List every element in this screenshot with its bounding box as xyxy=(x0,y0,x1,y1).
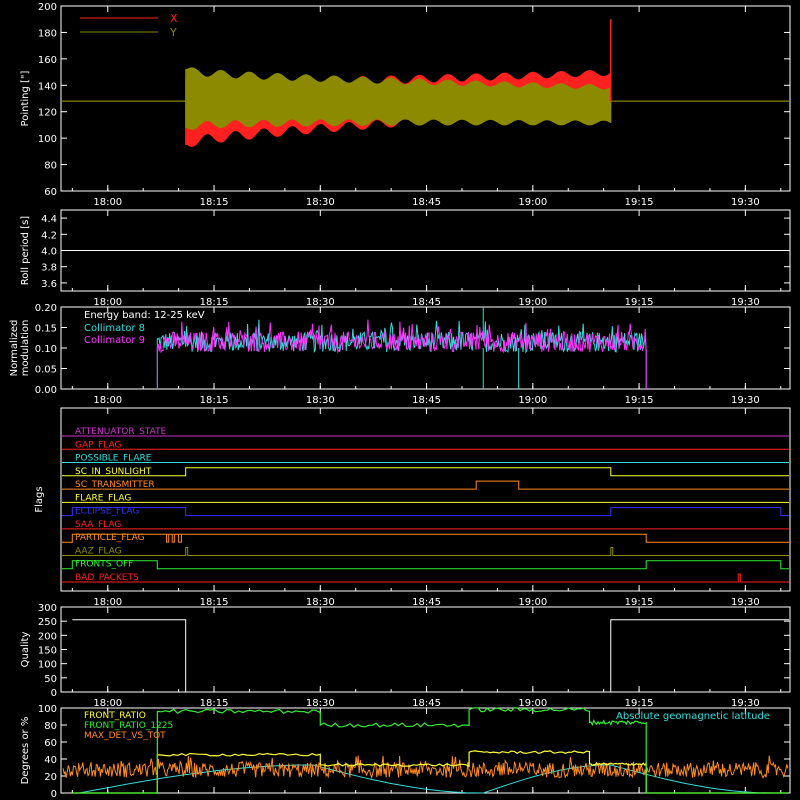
x-tick-label: 19:15 xyxy=(625,197,654,208)
x-tick-label: 19:00 xyxy=(518,395,547,406)
y-tick-label: 0.10 xyxy=(35,344,57,355)
y-tick-label: 50 xyxy=(44,674,57,685)
y-tick-label: 300 xyxy=(38,603,57,614)
y-tick-label: 0 xyxy=(51,688,57,699)
x-tick-label: 19:15 xyxy=(625,395,654,406)
x-tick-label: 19:30 xyxy=(731,698,760,709)
y-axis-label: Pointing ["] xyxy=(20,70,31,126)
x-tick-label: 18:15 xyxy=(200,197,229,208)
x-tick-label: 19:00 xyxy=(518,297,547,308)
x-tick-label: 18:45 xyxy=(412,297,441,308)
y-tick-label: 140 xyxy=(38,81,57,92)
x-tick-label: 18:30 xyxy=(306,197,335,208)
x-tick-label: 18:15 xyxy=(200,395,229,406)
legend-label: MAX_DET_VS_TOT xyxy=(84,731,166,741)
y-axis-label: Quality xyxy=(20,632,31,668)
y-tick-label: 4.2 xyxy=(41,230,57,241)
y-tick-label: 0 xyxy=(51,789,57,800)
x-tick-label: 18:00 xyxy=(93,597,122,608)
legend-label: Collimator 8 xyxy=(84,323,145,334)
y-tick-label: 100 xyxy=(38,704,57,715)
x-tick-label: 18:30 xyxy=(306,698,335,709)
legend-label: X xyxy=(170,12,178,25)
y-tick-label: 0.20 xyxy=(35,303,57,314)
y-tick-label: 0.00 xyxy=(35,385,57,396)
y-tick-label: 180 xyxy=(38,28,57,39)
figure: 18:00 18:15 18:30 18:45 19:00 19:15 19:30 60 80 1… xyxy=(0,0,800,800)
flag-label: SC_TRANSMITTER xyxy=(75,480,155,490)
y-tick-label: 80 xyxy=(44,721,57,732)
x-tick-label: 19:00 xyxy=(518,197,547,208)
y-axis-label: modulation xyxy=(20,320,31,377)
y-tick-label: 160 xyxy=(38,55,57,66)
x-tick-label: 19:30 xyxy=(731,597,760,608)
y-tick-label: 0.05 xyxy=(35,365,57,376)
y-tick-label: 3.6 xyxy=(41,279,57,290)
geomagnetic-latitude-annotation: Absolute geomagnetic latitude xyxy=(616,711,770,722)
x-tick-label: 19:15 xyxy=(625,297,654,308)
x-tick-label: 19:30 xyxy=(731,395,760,406)
y-tick-label: 60 xyxy=(44,187,57,198)
y-tick-label: 0.15 xyxy=(35,324,57,335)
y-tick-label: 3.8 xyxy=(41,263,57,274)
y-axis-label: Normalized xyxy=(9,320,20,377)
y-tick-label: 100 xyxy=(38,134,57,145)
x-tick-label: 18:15 xyxy=(200,698,229,709)
x-tick-label: 18:45 xyxy=(412,597,441,608)
x-tick-label: 18:15 xyxy=(200,597,229,608)
y-tick-label: 40 xyxy=(44,755,57,766)
y-tick-label: 20 xyxy=(44,772,57,783)
x-tick-label: 19:15 xyxy=(625,698,654,709)
y-tick-label: 200 xyxy=(38,631,57,642)
x-tick-label: 18:30 xyxy=(306,597,335,608)
x-tick-label: 19:00 xyxy=(518,698,547,709)
x-tick-label: 18:30 xyxy=(306,297,335,308)
x-tick-label: 19:30 xyxy=(731,297,760,308)
x-tick-label: 18:30 xyxy=(306,395,335,406)
y-axis-label: Roll period [s] xyxy=(20,216,31,285)
x-tick-label: 18:45 xyxy=(412,395,441,406)
y-tick-label: 4.0 xyxy=(41,247,57,258)
energy-band-annotation: Energy band: 12-25 keV xyxy=(84,310,205,321)
flag-label: AAZ_FLAG xyxy=(75,546,122,556)
x-tick-label: 18:45 xyxy=(412,698,441,709)
legend-label: FRONT_RATIO_1225 xyxy=(84,721,173,731)
y-tick-label: 120 xyxy=(38,108,57,119)
y-axis-label: Flags xyxy=(34,486,45,512)
legend-label: Collimator 9 xyxy=(84,335,145,346)
y-axis-label: Degrees or % xyxy=(20,717,31,785)
x-tick-label: 19:00 xyxy=(518,597,547,608)
y-tick-label: 200 xyxy=(38,2,57,13)
flag-label: GAP_FLAG xyxy=(75,440,121,450)
y-tick-label: 60 xyxy=(44,738,57,749)
x-tick-label: 19:15 xyxy=(625,597,654,608)
x-tick-label: 18:00 xyxy=(93,297,122,308)
legend-label: Y xyxy=(169,26,177,39)
flag-label: FRONTS_OFF xyxy=(75,560,133,570)
flag-label: FLARE_FLAG xyxy=(75,493,131,503)
y-tick-label: 4.4 xyxy=(41,214,57,225)
x-tick-label: 18:00 xyxy=(93,197,122,208)
x-tick-label: 19:30 xyxy=(731,197,760,208)
y-tick-label: 250 xyxy=(38,617,57,628)
flag-label: ECLIPSE_FLAG xyxy=(75,507,139,517)
y-tick-label: 80 xyxy=(44,161,57,172)
x-tick-label: 18:45 xyxy=(412,197,441,208)
x-tick-label: 18:00 xyxy=(93,698,122,709)
x-tick-label: 18:15 xyxy=(200,297,229,308)
legend-label: FRONT_RATIO xyxy=(84,711,146,721)
x-tick-label: 18:00 xyxy=(93,395,122,406)
y-tick-label: 150 xyxy=(38,646,57,657)
y-tick-label: 100 xyxy=(38,660,57,671)
